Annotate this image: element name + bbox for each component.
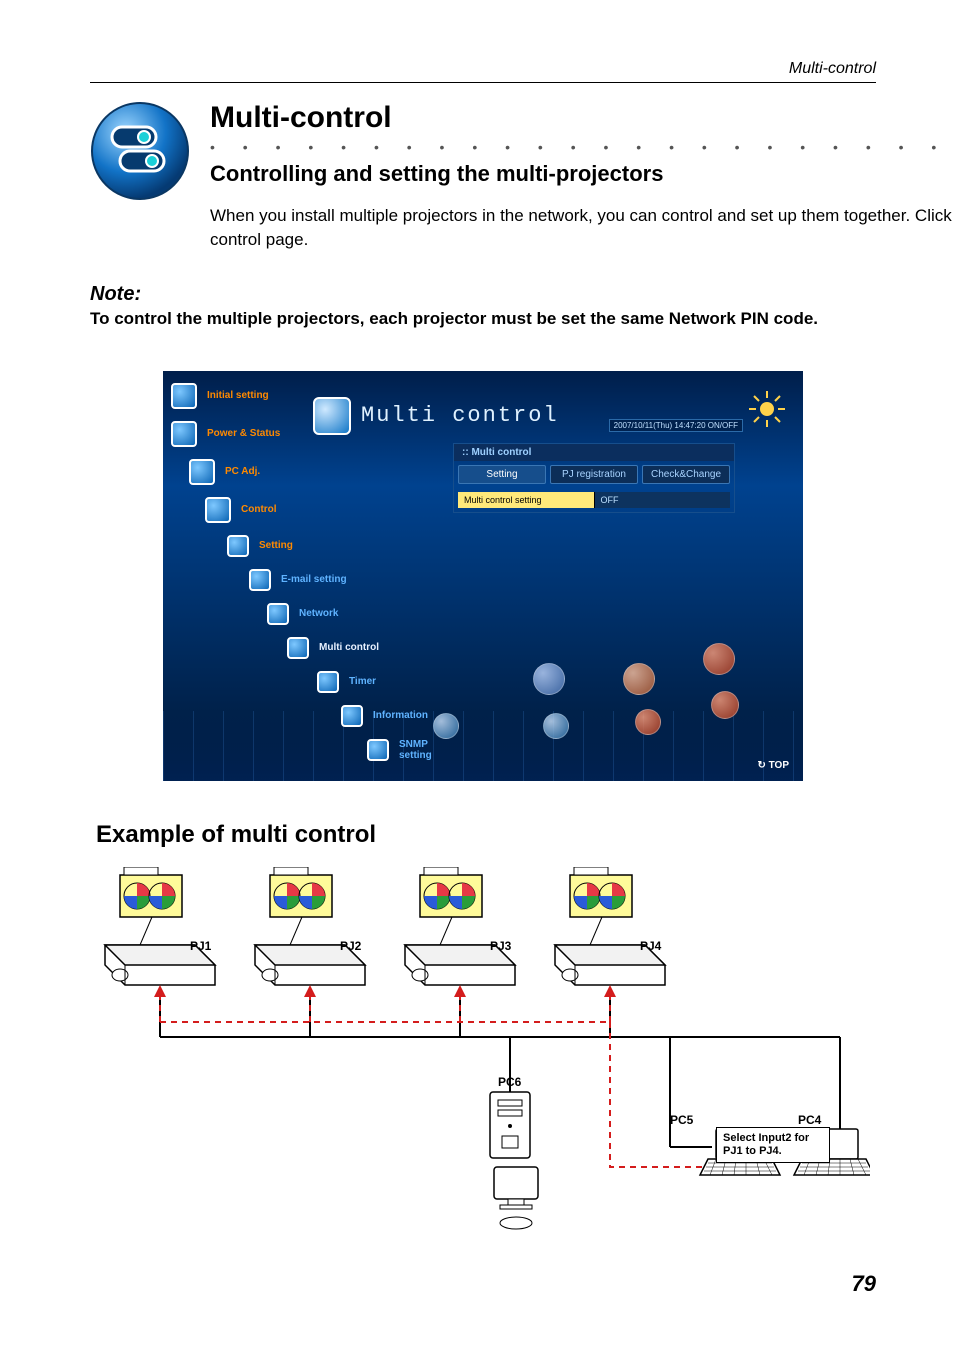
label-pc5: PC5 [670, 1113, 693, 1127]
hud-gear-icon[interactable] [623, 663, 655, 695]
subheading: Controlling and setting the multi-projec… [210, 161, 954, 187]
label-pj2: PJ2 [340, 939, 361, 953]
sidebar-item-label: Power & Status [207, 428, 280, 439]
sidebar-item-timer[interactable]: Timer [317, 665, 391, 699]
intro-paragraph: When you install multiple projectors in … [210, 204, 954, 252]
sidebar-item-label: E-mail setting [281, 574, 347, 585]
app-screenshot: Initial setting Power & Status PC Adj. C… [163, 371, 803, 781]
tab-check-change[interactable]: Check&Change [642, 465, 730, 484]
multi-control-section-icon [90, 101, 190, 201]
multi-control-panel: :: Multi control Setting PJ registration… [453, 443, 735, 513]
back-to-top-link[interactable]: ↻ TOP [757, 760, 789, 771]
label-pj1: PJ1 [190, 939, 211, 953]
setting-value[interactable]: OFF [594, 492, 731, 508]
mail-icon [249, 569, 271, 591]
sidebar-item-pc-adj[interactable]: PC Adj. [189, 453, 391, 491]
hud-mail-icon[interactable] [533, 663, 565, 695]
globe-icon [267, 603, 289, 625]
label-pj3: PJ3 [490, 939, 511, 953]
hud-initial-icon[interactable] [703, 643, 735, 675]
running-head: Multi-control [90, 60, 876, 82]
sidebar: Initial setting Power & Status PC Adj. C… [171, 377, 391, 767]
sliders-icon [205, 497, 231, 523]
sidebar-item-label: Information [373, 710, 428, 721]
sidebar-item-label: Control [241, 504, 277, 515]
divider-dots: • • • • • • • • • • • • • • • • • • • • … [210, 139, 954, 155]
gear-icon [171, 383, 197, 409]
power-icon [171, 421, 197, 447]
setting-label: Multi control setting [458, 492, 594, 508]
multi-icon [287, 637, 309, 659]
label-pc6: PC6 [498, 1075, 521, 1089]
note-body: To control the multiple projectors, each… [90, 308, 876, 331]
label-pj4: PJ4 [640, 939, 661, 953]
note-label: Note: [90, 283, 876, 306]
sun-icon [747, 389, 787, 429]
monitor-icon [189, 459, 215, 485]
sidebar-item-label: Initial setting [207, 390, 269, 401]
sidebar-item-information[interactable]: Information [341, 699, 391, 733]
sidebar-item-control[interactable]: Control [205, 491, 391, 529]
sidebar-item-label: PC Adj. [225, 466, 260, 477]
sidebar-item-setting[interactable]: Setting [227, 529, 391, 563]
speech-bubble: Select Input2 for PJ1 to PJ4. [716, 1127, 830, 1163]
hud-initial2-icon[interactable] [635, 709, 661, 735]
snmp-icon [367, 739, 389, 761]
hud-network-icon[interactable] [711, 691, 739, 719]
screenshot-title: Multi control [361, 403, 559, 428]
sidebar-item-email-setting[interactable]: E-mail setting [249, 563, 391, 597]
info-icon [341, 705, 363, 727]
page-title: Multi-control [210, 101, 954, 135]
sidebar-item-snmp-setting[interactable]: SNMP setting [367, 733, 391, 767]
tab-setting[interactable]: Setting [458, 465, 546, 484]
hud-cam-icon[interactable] [433, 713, 459, 739]
sidebar-item-label: Network [299, 608, 338, 619]
tab-pj-registration[interactable]: PJ registration [550, 465, 638, 484]
wrench-icon [227, 535, 249, 557]
clock-icon [317, 671, 339, 693]
sidebar-item-multi-control[interactable]: Multi control [287, 631, 391, 665]
sidebar-item-label: Multi control [319, 642, 379, 653]
example-heading: Example of multi control [96, 821, 876, 849]
sidebar-item-label: Setting [259, 540, 293, 551]
sidebar-item-network[interactable]: Network [267, 597, 391, 631]
sidebar-item-label: Timer [349, 676, 376, 687]
label-pc4: PC4 [798, 1113, 821, 1127]
page-number: 79 [90, 1271, 876, 1297]
multi-control-title-icon [313, 397, 351, 435]
hud-multi-icon[interactable] [543, 713, 569, 739]
example-diagram: PJ1 PJ2 PJ3 PJ4 PC6 PC5 PC4 Select Input… [100, 867, 870, 1247]
sidebar-item-label: SNMP setting [399, 739, 432, 761]
panel-header: :: Multi control [454, 444, 734, 461]
datetime-readout: 2007/10/11(Thu) 14:47:20 ON/OFF [609, 419, 743, 432]
